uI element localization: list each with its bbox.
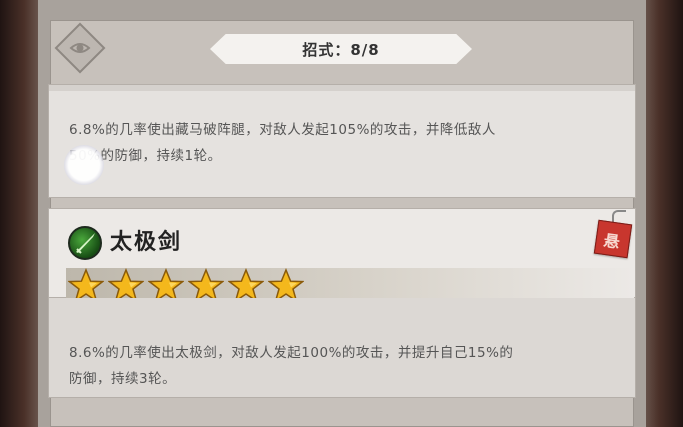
skill-card-1: 6.8%的几率使出藏马破阵腿，对敌人发起105%的攻击，并降低敌人 50%的防御… [48,84,636,198]
desc-line: 8.6%的几率使出太极剑，对敌人发起100%的攻击，并提升自己15%的 [69,345,514,361]
background-right [643,0,683,427]
desc-line: 防御，持续3轮。 [69,371,177,387]
sword-icon [68,226,102,260]
skill-2-description: 8.6%的几率使出太极剑，对敌人发起100%的攻击，并提升自己15%的 防御，持… [69,340,629,392]
skill-1-description: 6.8%的几率使出藏马破阵腿，对敌人发起105%的攻击，并降低敌人 50%的防御… [69,117,629,169]
skills-count-title: 招式：8/8 [210,34,472,64]
tag-icon[interactable]: 悬 [593,219,633,259]
desc-line: 50%的防御，持续1轮。 [69,148,222,164]
skill-2-description-box: 8.6%的几率使出太极剑，对敌人发起100%的攻击，并提升自己15%的 防御，持… [48,298,636,398]
touch-indicator [64,145,104,185]
desc-line: 6.8%的几率使出藏马破阵腿，对敌人发起105%的攻击，并降低敌人 [69,122,496,138]
card-stripe [49,85,635,91]
background-left [0,0,40,427]
tag-label: 悬 [602,230,621,252]
skill-2-name: 太极剑 [110,230,183,255]
